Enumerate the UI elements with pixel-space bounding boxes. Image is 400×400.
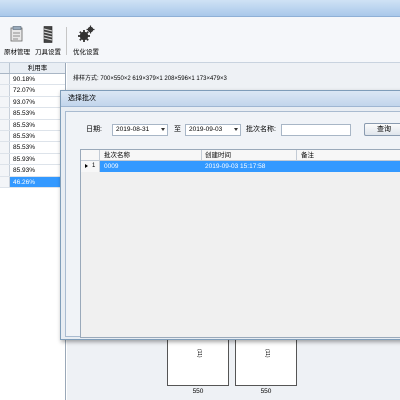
utilization-panel: 利用率 90.18% 72.07% 93.07% 85.53% 85.53% 8…: [0, 63, 66, 400]
grid-header: 批次名称 创建时间 备注: [81, 150, 400, 161]
material-management-button[interactable]: 原材管理: [2, 25, 32, 57]
plate-piece: (11): [235, 338, 297, 386]
optimize-settings-label: 优化设置: [73, 49, 99, 56]
column-note[interactable]: 备注: [301, 150, 314, 161]
utilization-row[interactable]: 85.93%: [0, 153, 65, 166]
utilization-row[interactable]: 93.07%: [0, 96, 65, 109]
column-created-time[interactable]: 创建时间: [205, 150, 231, 161]
material-management-label: 原材管理: [4, 49, 30, 56]
window-title-bar: [0, 0, 400, 17]
utilization-row-selected[interactable]: 46.26%: [0, 176, 65, 188]
date-to-picker[interactable]: 2019-09-03: [185, 124, 241, 136]
plate-piece: (11): [167, 338, 229, 386]
to-label: 至: [174, 126, 181, 133]
utilization-row[interactable]: 85.53%: [0, 119, 65, 131]
chevron-down-icon[interactable]: [161, 128, 165, 131]
toolbar-separator: [66, 27, 67, 55]
gears-icon: [77, 25, 95, 43]
utilization-row[interactable]: 85.53%: [0, 142, 65, 154]
table-row[interactable]: 1 0009 2019-09-03 15:17:58: [81, 161, 400, 172]
plate-preview: (11) (11) 550 550: [167, 338, 307, 400]
blade-settings-label: 刀具设置: [35, 49, 61, 56]
column-batch-name[interactable]: 批次名称: [104, 150, 130, 161]
cell-created-time: 2019-09-03 15:17:58: [205, 163, 266, 170]
utilization-row[interactable]: 72.07%: [0, 85, 65, 97]
batch-name-input[interactable]: [281, 124, 351, 136]
blade-icon: [39, 25, 57, 43]
batch-grid: 批次名称 创建时间 备注 1 0009 2019-09-03 15:17:58: [80, 149, 400, 338]
utilization-row[interactable]: 85.53%: [0, 108, 65, 120]
cell-batch-name: 0009: [104, 163, 119, 170]
toolbar: 原材管理 刀具设置 优化设置: [0, 17, 400, 63]
dialog-body: 日期: 2019-08-31 至 2019-09-03 批次名称: 查询 批次名…: [65, 111, 400, 338]
optimize-settings-button[interactable]: 优化设置: [71, 25, 101, 57]
utilization-row[interactable]: 85.93%: [0, 165, 65, 177]
select-batch-dialog: 选择批次 日期: 2019-08-31 至 2019-09-03 批次名称: 查…: [60, 90, 400, 340]
utilization-row[interactable]: 90.18%: [0, 74, 65, 86]
batch-name-label: 批次名称:: [246, 126, 276, 133]
plate-dimension: 550: [192, 388, 204, 395]
material-icon: [8, 25, 26, 43]
utilization-header: 利用率: [0, 63, 65, 74]
date-from-picker[interactable]: 2019-08-31: [112, 124, 168, 136]
utilization-column-header[interactable]: 利用率: [10, 63, 65, 73]
row-pointer-icon: [85, 164, 88, 168]
chevron-down-icon[interactable]: [234, 128, 238, 131]
date-label: 日期:: [86, 126, 102, 133]
layout-scheme-text: 排样方式: 700×550×2 619×379×1 208×596×1 173×…: [73, 76, 227, 82]
plate-dimension: 550: [260, 388, 272, 395]
blade-settings-button[interactable]: 刀具设置: [33, 25, 63, 57]
utilization-row[interactable]: 85.53%: [0, 130, 65, 143]
query-button[interactable]: 查询: [364, 123, 400, 136]
dialog-title[interactable]: 选择批次: [61, 91, 400, 107]
